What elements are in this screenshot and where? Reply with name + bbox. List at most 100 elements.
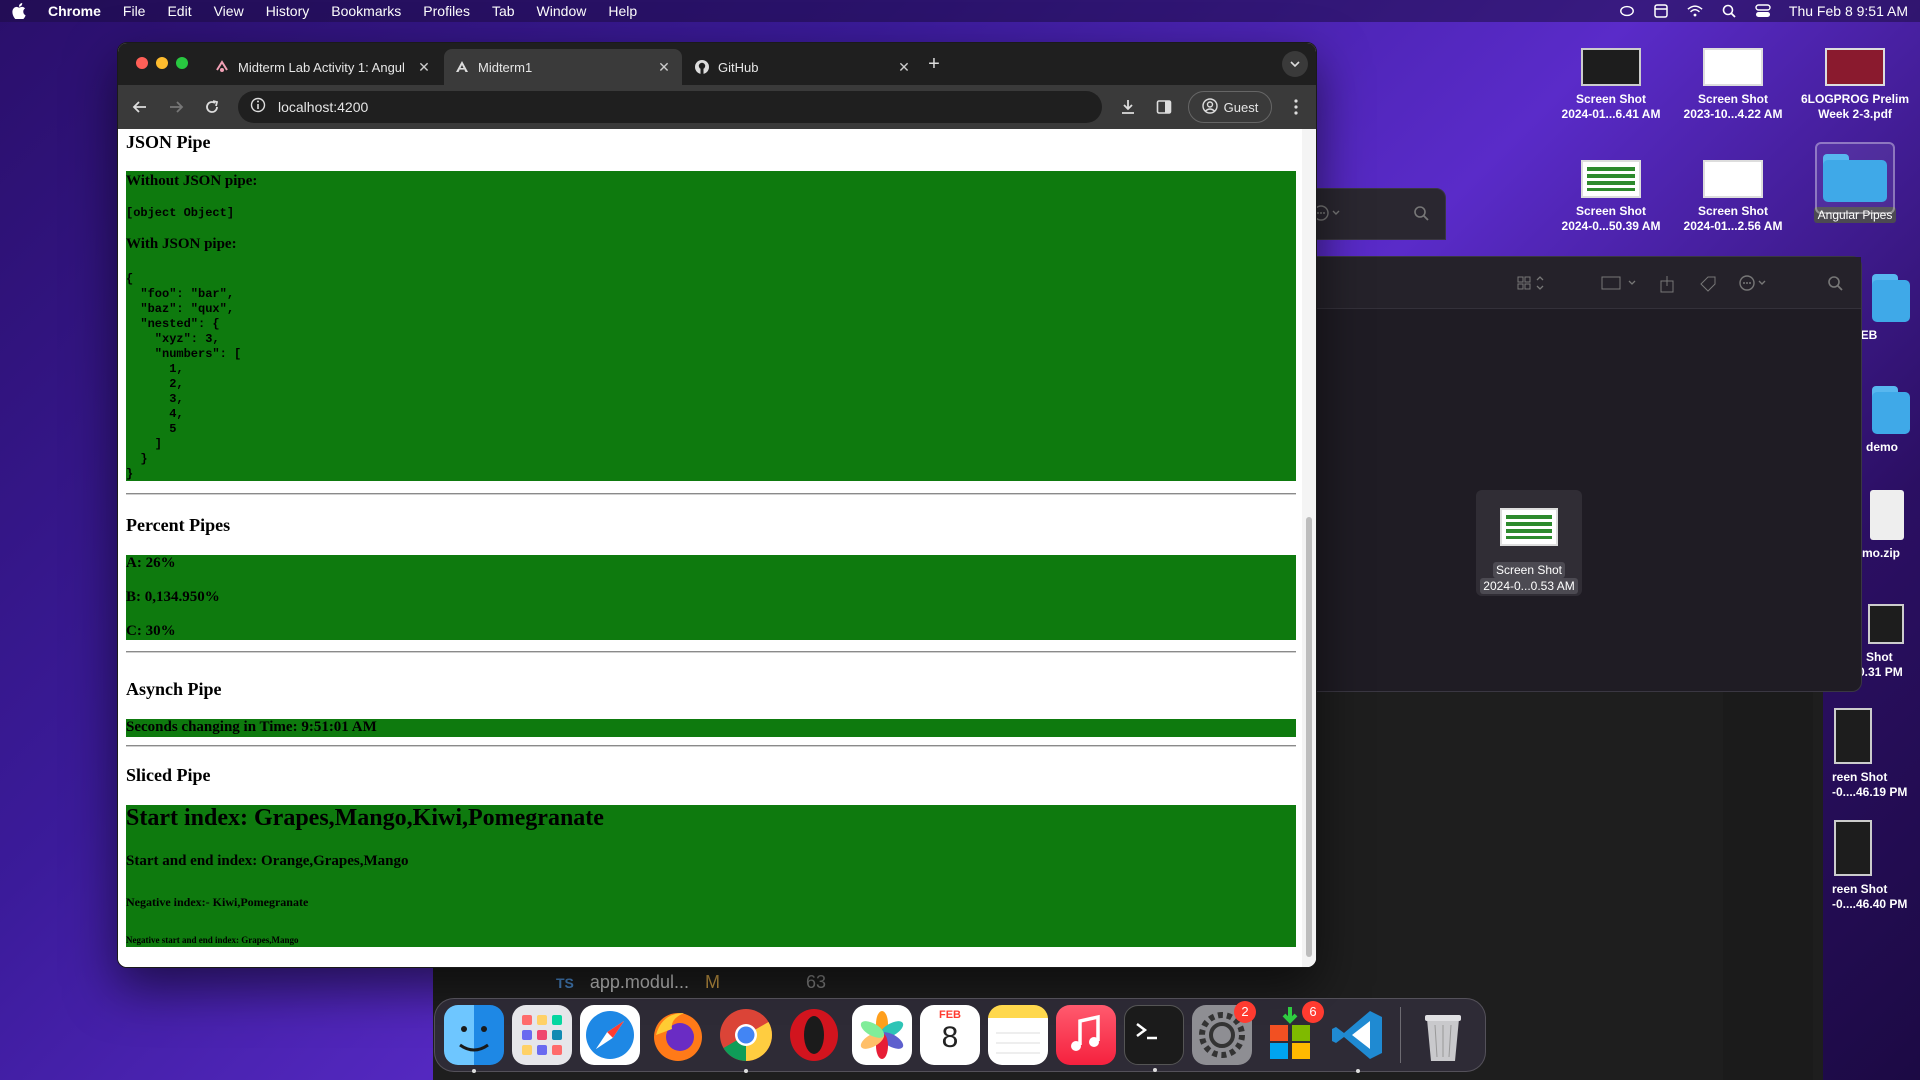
menu-file[interactable]: File — [123, 3, 146, 19]
slice-negative-index: Negative index:- Kiwi,Pomegranate — [126, 895, 309, 909]
slice-negative-start-end: Negative start and end index: Grapes,Man… — [126, 935, 299, 945]
apple-icon[interactable] — [12, 3, 28, 19]
photos-icon[interactable] — [852, 1005, 912, 1065]
desktop-file-screenshot-3[interactable]: Screen Shot 2024-0...50.39 AM — [1546, 160, 1676, 234]
menu-app-name[interactable]: Chrome — [48, 3, 101, 19]
creative-cloud-icon[interactable] — [1619, 4, 1635, 18]
desktop-folder-angular-pipes[interactable]: Angular Pipes — [1790, 142, 1920, 223]
firefox-icon[interactable] — [648, 1005, 708, 1065]
screenshot-thumbnail — [1581, 160, 1641, 198]
menu-tab[interactable]: Tab — [492, 3, 515, 19]
close-tab-icon[interactable]: ✕ — [896, 59, 912, 75]
desktop-icon-label: Week 2-3.pdf — [1818, 107, 1892, 121]
new-tab-button[interactable]: + — [924, 54, 944, 75]
menubar-clock[interactable]: Thu Feb 8 9:51 AM — [1789, 3, 1908, 19]
spotlight-search-icon[interactable] — [1721, 4, 1737, 18]
vscode-icon[interactable] — [1328, 1005, 1388, 1073]
screenshot-thumbnail — [1834, 820, 1872, 876]
browser-toolbar: localhost:4200 Guest — [118, 85, 1316, 129]
search-icon[interactable] — [1827, 275, 1849, 291]
finder-icon[interactable] — [444, 1005, 504, 1073]
tab-title: Midterm Lab Activity 1: Angul — [238, 59, 405, 75]
download-icon[interactable] — [1118, 97, 1138, 117]
tab-search-button[interactable] — [1282, 51, 1308, 77]
group-view-icon[interactable] — [1601, 275, 1636, 291]
desktop-icon-label: Shot — [1866, 650, 1893, 664]
menu-edit[interactable]: Edit — [167, 3, 191, 19]
reload-icon[interactable] — [202, 97, 222, 117]
chrome-icon[interactable] — [716, 1005, 776, 1073]
tab-strip: Midterm Lab Activity 1: Angul ✕ Midterm1… — [118, 43, 1316, 85]
close-tab-icon[interactable]: ✕ — [656, 59, 672, 75]
terminal-icon[interactable] — [1124, 1005, 1184, 1072]
desktop-file-pdf[interactable]: 6LOGPROG Prelim Week 2-3.pdf — [1790, 48, 1920, 122]
favicon-icon — [214, 59, 230, 75]
music-icon[interactable] — [1056, 1005, 1116, 1065]
async-pipe-box: Seconds changing in Time: 9:51:01 AM — [126, 719, 1296, 737]
typescript-icon: TS — [556, 974, 574, 991]
folder-icon — [1872, 382, 1910, 434]
zoom-window-button[interactable] — [176, 57, 188, 69]
desktop-file-screenshot-4[interactable]: Screen Shot 2024-01...2.56 AM — [1668, 160, 1798, 234]
tab-midterm-lab-activity[interactable]: Midterm Lab Activity 1: Angul ✕ — [204, 49, 442, 85]
share-icon[interactable] — [1659, 275, 1681, 293]
back-arrow-icon[interactable] — [130, 97, 150, 117]
menu-bookmarks[interactable]: Bookmarks — [331, 3, 401, 19]
desktop-icon-label: 0.31 PM — [1858, 665, 1903, 679]
trash-icon[interactable] — [1413, 1005, 1473, 1065]
menu-help[interactable]: Help — [608, 3, 637, 19]
icon-view-icon[interactable] — [1517, 275, 1544, 291]
menu-view[interactable]: View — [214, 3, 244, 19]
screenshot-thumbnail — [1703, 48, 1763, 86]
address-bar[interactable]: localhost:4200 — [238, 91, 1102, 123]
more-options-icon[interactable] — [1313, 205, 1343, 226]
percent-b: B: 0,134.950% — [126, 589, 220, 605]
notes-icon[interactable] — [988, 1005, 1048, 1065]
desktop-icon-label: reen Shot — [1832, 882, 1888, 896]
launchpad-icon[interactable] — [512, 1005, 572, 1065]
desktop-icon-label: mo.zip — [1862, 546, 1900, 560]
more-options-icon[interactable] — [1739, 275, 1766, 291]
opera-icon[interactable] — [784, 1005, 844, 1065]
dock: FEB 8 2 6 — [434, 998, 1486, 1073]
menu-window[interactable]: Window — [537, 3, 587, 19]
profile-button[interactable]: Guest — [1188, 91, 1272, 123]
close-window-button[interactable] — [136, 57, 148, 69]
vscode-editor-tab[interactable]: TS app.modul... M 63 — [556, 972, 826, 993]
menu-profiles[interactable]: Profiles — [423, 3, 470, 19]
desktop-file-screenshot-2[interactable]: Screen Shot 2023-10...4.22 AM — [1668, 48, 1798, 122]
calendar-grid-icon[interactable] — [1653, 4, 1669, 18]
safari-icon[interactable] — [580, 1005, 640, 1065]
search-icon[interactable] — [1413, 205, 1429, 226]
menu-history[interactable]: History — [266, 3, 310, 19]
finder-toolbar — [1311, 257, 1861, 309]
page-scrollbar[interactable] — [1302, 129, 1316, 967]
system-settings-icon[interactable]: 2 — [1192, 1001, 1256, 1065]
tag-icon[interactable] — [1699, 275, 1721, 292]
app-installer-icon[interactable]: 6 — [1260, 1001, 1324, 1065]
json-pipe-heading: JSON Pipe — [126, 132, 211, 152]
chrome-window: Midterm Lab Activity 1: Angul ✕ Midterm1… — [117, 42, 1317, 968]
forward-arrow-icon[interactable] — [166, 97, 186, 117]
tab-midterm1[interactable]: Midterm1 ✕ — [444, 49, 682, 85]
without-json-value: [object Object] — [126, 206, 235, 220]
scrollbar-thumb[interactable] — [1306, 517, 1312, 957]
wifi-icon[interactable] — [1687, 4, 1703, 18]
desktop-file-screenshot-1[interactable]: Screen Shot 2024-01...6.41 AM — [1546, 48, 1676, 122]
screenshot-thumbnail — [1581, 48, 1641, 86]
kebab-menu-icon[interactable] — [1286, 97, 1306, 117]
close-tab-icon[interactable]: ✕ — [416, 59, 432, 75]
site-info-icon[interactable] — [250, 97, 266, 118]
section-divider — [126, 651, 1296, 653]
calendar-icon[interactable]: FEB 8 — [920, 1005, 980, 1065]
tab-title: Midterm1 — [478, 59, 533, 75]
dock-separator — [1400, 1007, 1401, 1063]
git-modified-badge: M — [704, 972, 720, 992]
control-center-icon[interactable] — [1755, 4, 1771, 18]
side-panel-icon[interactable] — [1154, 97, 1174, 117]
tab-github[interactable]: GitHub ✕ — [684, 49, 922, 85]
minimize-window-button[interactable] — [156, 57, 168, 69]
finder-selected-file[interactable]: Screen Shot 2024-0...0.53 AM — [1476, 490, 1582, 596]
window-controls — [136, 57, 188, 69]
slice-start-end-index: Start and end index: Orange,Grapes,Mango — [126, 853, 409, 869]
